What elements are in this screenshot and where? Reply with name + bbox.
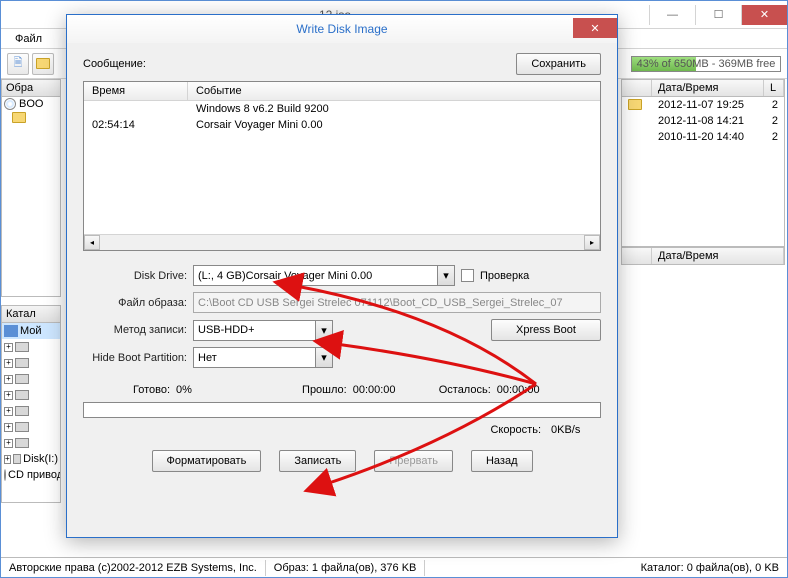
col-date-2[interactable]: Дата/Время <box>652 248 784 264</box>
write-button[interactable]: Записать <box>279 450 356 472</box>
cd-icon <box>4 98 16 110</box>
progress-bar <box>83 402 601 418</box>
write-disk-image-dialog: Write Disk Image ✕ Сообщение: Сохранить … <box>66 14 618 538</box>
speed-label: Скорость: <box>490 424 541 436</box>
elapsed-label: Прошло: <box>302 384 347 396</box>
done-value: 0% <box>176 384 232 396</box>
status-catalog: Каталог: 0 файла(ов), 0 KB <box>633 560 787 576</box>
verify-checkbox[interactable] <box>461 269 474 282</box>
save-button[interactable]: Сохранить <box>516 53 601 75</box>
scroll-left-icon[interactable]: ◂ <box>84 235 100 250</box>
size-bar: 43% of 650MB - 369MB free <box>631 56 781 72</box>
image-file-label: Файл образа: <box>83 297 187 309</box>
remain-value: 00:00:00 <box>497 384 553 396</box>
statusbar: Авторские права (c)2002-2012 EZB Systems… <box>1 557 787 577</box>
dialog-close-button[interactable]: ✕ <box>573 18 617 38</box>
dialog-titlebar[interactable]: Write Disk Image ✕ <box>67 15 617 43</box>
scroll-right-icon[interactable]: ▸ <box>584 235 600 250</box>
file-list[interactable]: 2012-11-07 19:252 2012-11-08 14:212 2010… <box>621 97 785 247</box>
col-date[interactable]: Дата/Время <box>652 80 764 96</box>
folder-icon <box>12 112 26 123</box>
hide-boot-label: Hide Boot Partition: <box>83 352 187 364</box>
menu-file[interactable]: Файл <box>9 32 48 46</box>
xpress-boot-button[interactable]: Xpress Boot <box>491 319 601 341</box>
remain-label: Осталось: <box>439 384 491 396</box>
chevron-down-icon: ▾ <box>437 266 454 285</box>
close-button[interactable]: ✕ <box>741 5 787 25</box>
new-icon[interactable]: 🗎 <box>7 53 29 75</box>
catalog-header: Катал <box>1 305 61 323</box>
col-time[interactable]: Время <box>84 82 188 100</box>
image-tree[interactable]: BOO <box>1 97 61 297</box>
col-l[interactable]: L <box>764 80 784 96</box>
disk-drive-combo[interactable]: (L:, 4 GB)Corsair Voyager Mini 0.00 ▾ <box>193 265 455 286</box>
list-item: 2012-11-08 14:212 <box>622 113 784 129</box>
list-item: 2012-11-07 19:252 <box>622 97 784 113</box>
col-event[interactable]: Событие <box>188 82 250 100</box>
message-label: Сообщение: <box>83 58 146 70</box>
folder-icon <box>628 99 642 110</box>
message-row: 02:54:14Corsair Voyager Mini 0.00 <box>84 117 600 133</box>
back-button[interactable]: Назад <box>471 450 533 472</box>
open-icon[interactable] <box>32 53 54 75</box>
file-list-header: Дата/Время L <box>621 79 785 97</box>
maximize-button[interactable]: ☐ <box>695 5 741 25</box>
speed-value: 0KB/s <box>551 424 601 436</box>
catalog-tree[interactable]: Мой + + + + + + + +Disk(I:) CD привод(J:… <box>1 323 61 503</box>
abort-button[interactable]: Прервать <box>374 450 453 472</box>
format-button[interactable]: Форматировать <box>152 450 262 472</box>
chevron-down-icon: ▾ <box>315 348 332 367</box>
done-label: Готово: <box>133 384 170 396</box>
status-copyright: Авторские права (c)2002-2012 EZB Systems… <box>1 560 266 576</box>
message-row: Windows 8 v6.2 Build 9200 <box>84 101 600 117</box>
verify-label: Проверка <box>480 270 529 282</box>
image-file-field: C:\Boot CD USB Sergei Strelec 071112\Boo… <box>193 292 601 313</box>
dialog-title: Write Disk Image <box>296 22 387 36</box>
hide-boot-combo[interactable]: Нет ▾ <box>193 347 333 368</box>
size-bar-text: 43% of 650MB - 369MB free <box>637 58 776 70</box>
disk-drive-label: Disk Drive: <box>83 270 187 282</box>
message-list: Время Событие Windows 8 v6.2 Build 9200 … <box>83 81 601 251</box>
minimize-button[interactable]: — <box>649 5 695 25</box>
write-method-combo[interactable]: USB-HDD+ ▾ <box>193 320 333 341</box>
image-pane-header: Обра <box>1 79 61 97</box>
chevron-down-icon: ▾ <box>315 321 332 340</box>
horizontal-scrollbar[interactable]: ◂ ▸ <box>84 234 600 250</box>
status-image: Образ: 1 файла(ов), 376 KB <box>266 560 426 576</box>
list-item: 2010-11-20 14:402 <box>622 129 784 145</box>
write-method-label: Метод записи: <box>83 324 187 336</box>
elapsed-value: 00:00:00 <box>353 384 409 396</box>
